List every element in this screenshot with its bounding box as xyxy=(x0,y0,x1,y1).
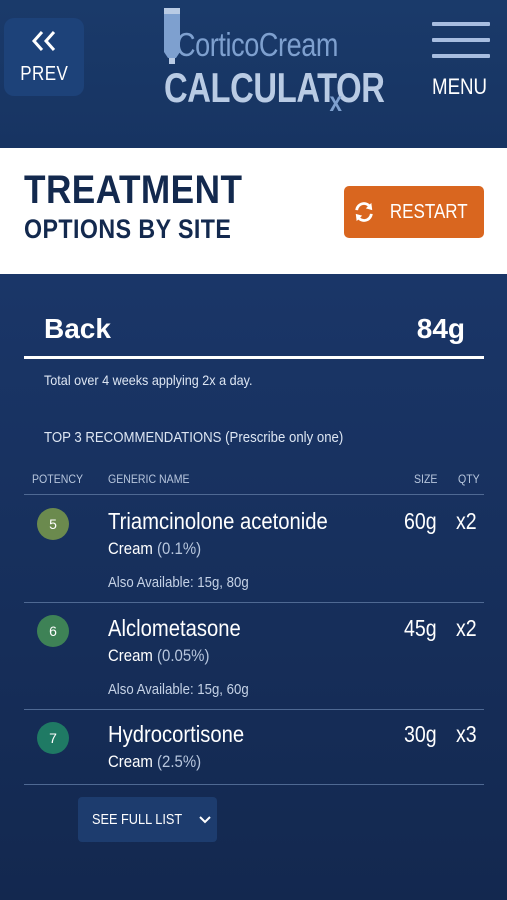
formulation: Cream (2.5%) xyxy=(108,752,201,772)
divider xyxy=(24,709,484,710)
chevron-down-icon xyxy=(198,815,211,823)
logo-rx: x xyxy=(329,86,343,117)
column-header-potency: POTENCY xyxy=(32,472,84,486)
logo-line2: CALCULATOR xyxy=(164,64,385,111)
divider xyxy=(24,494,484,495)
hamburger-icon xyxy=(432,22,490,62)
form-type: Cream xyxy=(108,539,153,558)
logo-line1: CorticoCream xyxy=(176,26,338,63)
potency-badge: 7 xyxy=(37,722,69,754)
column-header-qty: QTY xyxy=(458,472,480,486)
qty-value: x2 xyxy=(456,615,477,641)
restart-label: RESTART xyxy=(390,200,468,223)
recommendations-heading: TOP 3 RECOMMENDATIONS (Prescribe only on… xyxy=(44,429,344,446)
size-value: 45g xyxy=(404,615,437,641)
potency-badge: 6 xyxy=(37,615,69,647)
results-panel xyxy=(0,274,507,900)
page-subtitle: OPTIONS BY SITE xyxy=(24,214,232,244)
generic-name: Hydrocortisone xyxy=(108,721,245,747)
column-header-size: SIZE xyxy=(414,472,438,486)
strength: (0.1%) xyxy=(157,539,202,558)
formulation: Cream (0.1%) xyxy=(108,539,201,559)
refresh-icon xyxy=(355,202,373,222)
divider xyxy=(24,784,484,785)
menu-label: MENU xyxy=(432,74,488,99)
app-logo: CorticoCream CALCULATOR x xyxy=(160,6,385,117)
prev-button[interactable]: PREV xyxy=(4,18,84,96)
site-total: 84g xyxy=(416,313,465,344)
formulation: Cream (0.05%) xyxy=(108,646,209,666)
also-available: Also Available: 15g, 80g xyxy=(108,574,249,591)
strength: (0.05%) xyxy=(157,646,210,665)
site-name: Back xyxy=(44,313,111,344)
qty-value: x3 xyxy=(456,721,477,747)
prev-label: PREV xyxy=(20,62,68,85)
generic-name: Triamcinolone acetonide xyxy=(108,508,328,534)
app-header: PREV CorticoCream CALCULATOR x MENU xyxy=(0,0,507,148)
column-header-generic-name: GENERIC NAME xyxy=(108,472,190,486)
menu-button[interactable]: MENU xyxy=(430,22,492,102)
form-type: Cream xyxy=(108,646,153,665)
divider xyxy=(24,356,484,359)
potency-badge: 5 xyxy=(37,508,69,540)
also-available: Also Available: 15g, 60g xyxy=(108,681,249,698)
qty-value: x2 xyxy=(456,508,477,534)
see-full-list-button[interactable]: SEE FULL LIST xyxy=(78,797,217,842)
restart-button[interactable]: RESTART xyxy=(344,186,484,238)
size-value: 60g xyxy=(404,508,437,534)
total-note: Total over 4 weeks applying 2x a day. xyxy=(44,372,253,388)
divider xyxy=(24,602,484,603)
form-type: Cream xyxy=(108,752,153,771)
page-title: TREATMENT xyxy=(24,168,243,212)
generic-name: Alclometasone xyxy=(108,615,241,641)
double-chevron-left-icon xyxy=(31,30,56,51)
size-value: 30g xyxy=(404,721,437,747)
see-full-list-label: SEE FULL LIST xyxy=(92,811,183,828)
strength: (2.5%) xyxy=(157,752,202,771)
